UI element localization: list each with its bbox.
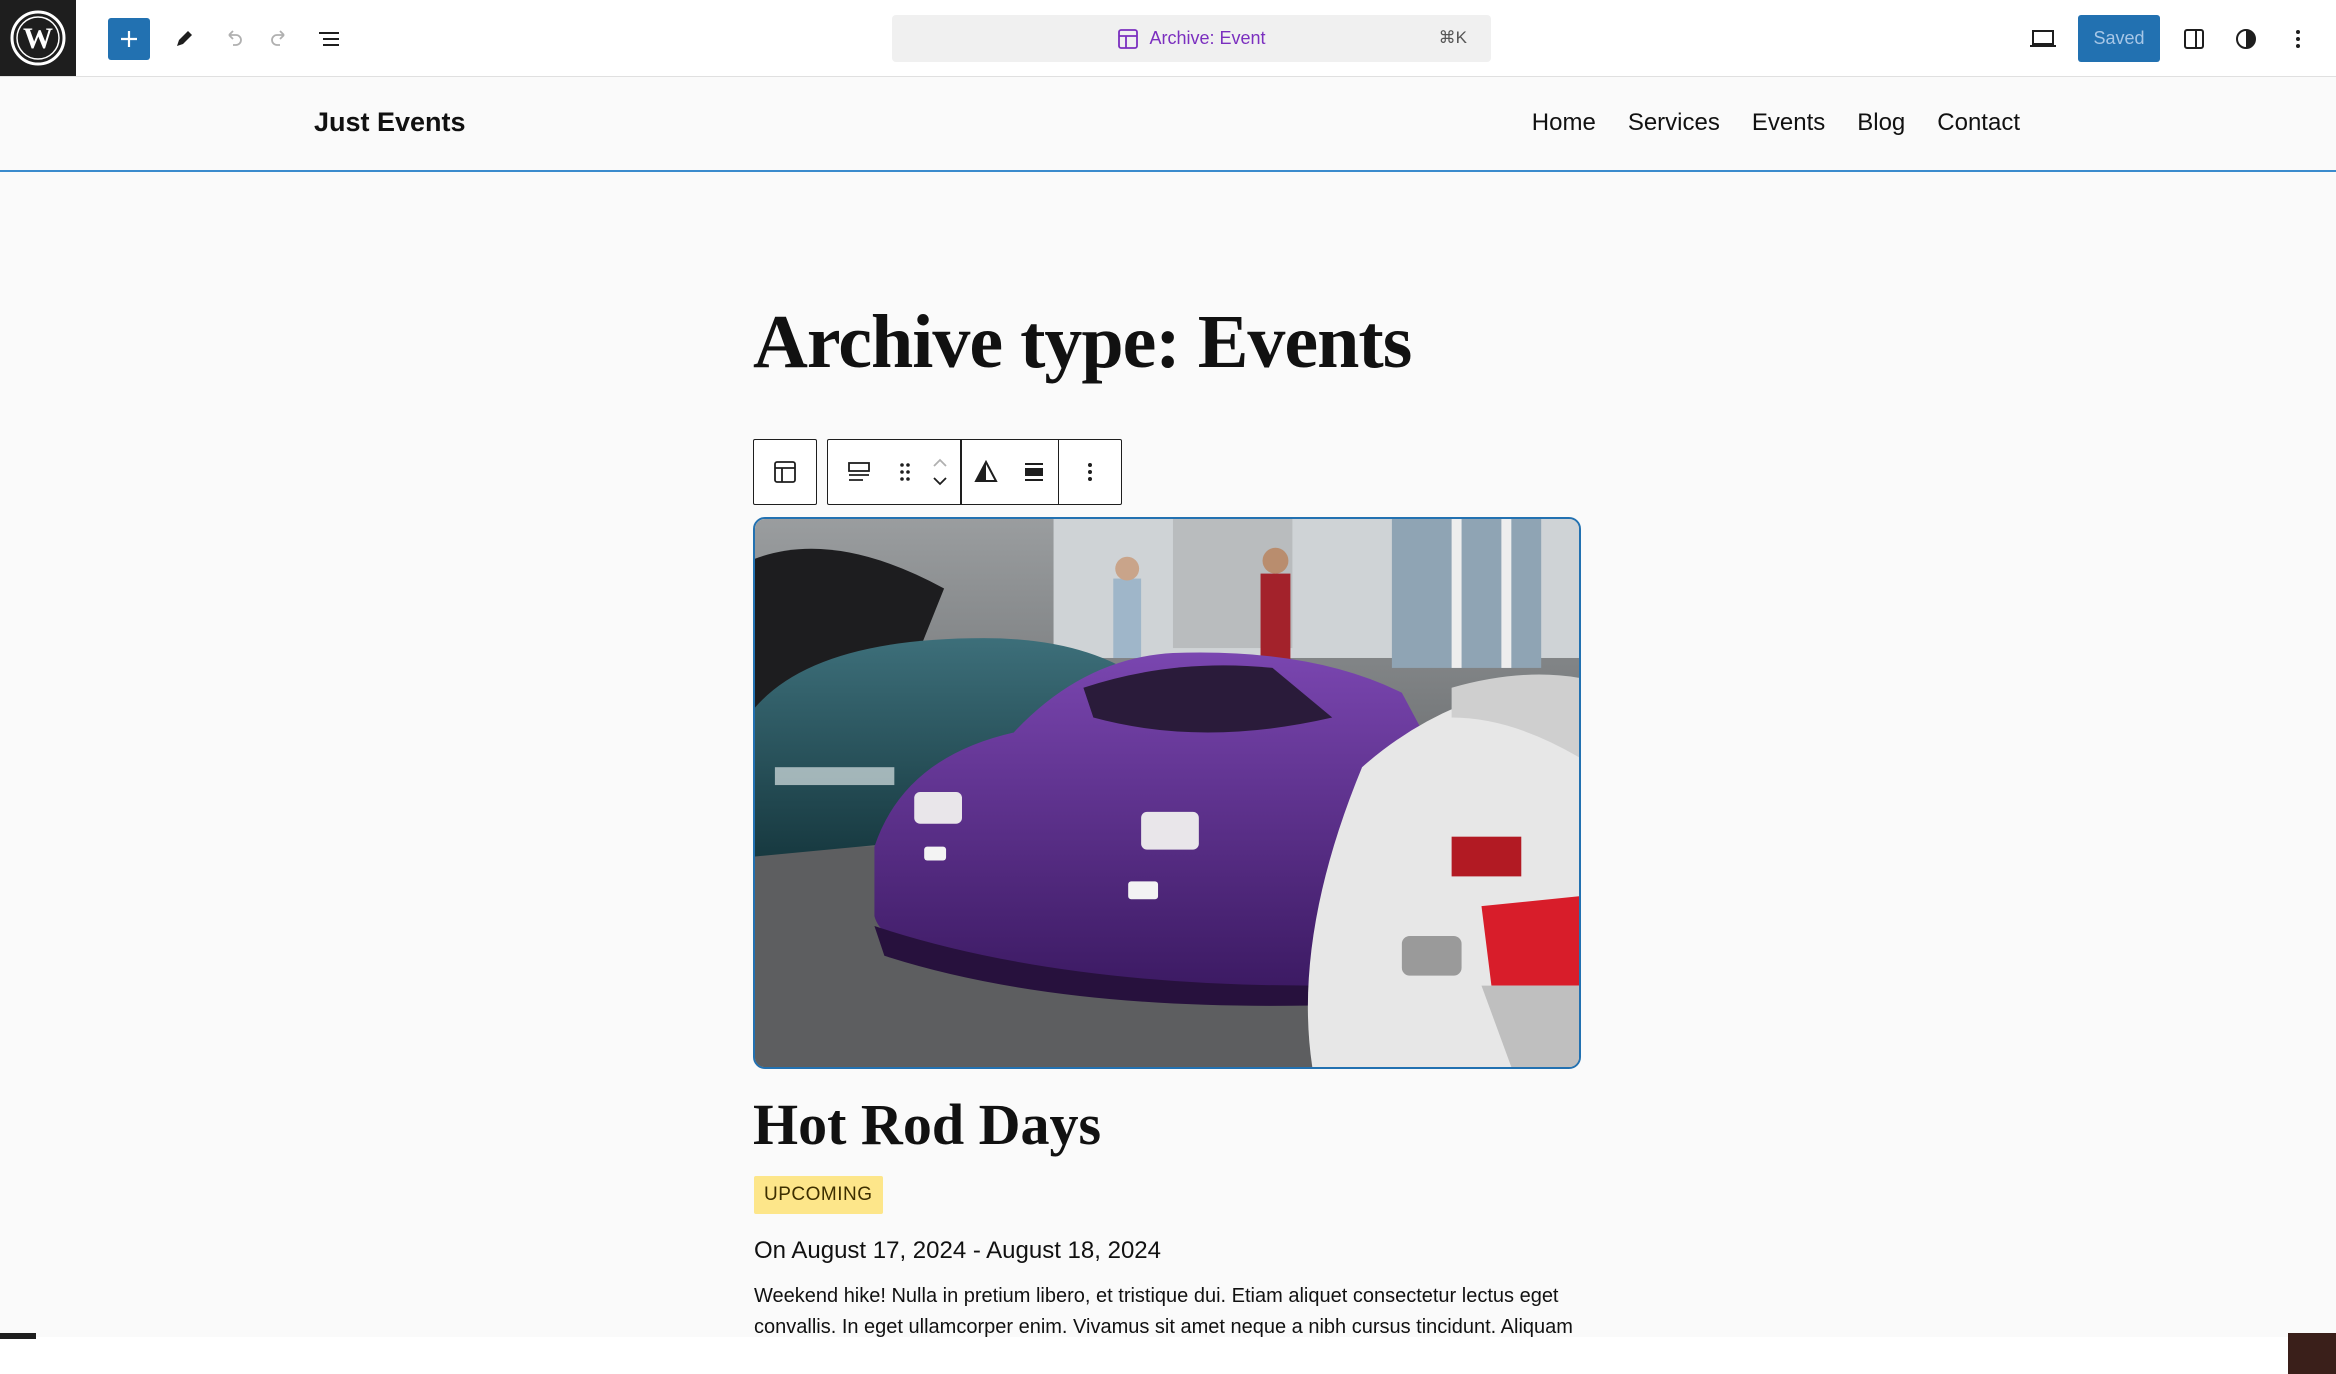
move-down-icon[interactable] [931, 476, 949, 486]
plus-icon [121, 31, 137, 47]
status-badge: UPCOMING [754, 1176, 883, 1214]
add-block-button[interactable] [108, 18, 150, 60]
site-navigation: Home Services Events Blog Contact [1532, 109, 2020, 137]
pencil-icon [177, 31, 192, 46]
redo-icon [271, 30, 285, 46]
wordpress-logo-icon[interactable]: W [0, 0, 76, 76]
right-panel-edge [2288, 1333, 2336, 1374]
svg-text:W: W [23, 22, 53, 55]
drag-handle[interactable] [890, 440, 920, 504]
nav-item-contact[interactable]: Contact [1937, 109, 2020, 137]
undo-icon [228, 30, 242, 46]
post-featured-image-icon [848, 462, 870, 481]
featured-image[interactable] [753, 517, 1581, 1069]
sidebar-icon [2184, 29, 2204, 49]
parent-block-group [753, 439, 817, 505]
redo-button[interactable] [259, 18, 301, 60]
site-title[interactable]: Just Events [314, 107, 466, 138]
block-controls-group [827, 439, 1122, 505]
list-view-button[interactable] [308, 18, 350, 60]
layout-icon [1118, 28, 1139, 49]
block-toolbar [753, 439, 1122, 505]
vertical-ellipsis-icon [1088, 463, 1092, 481]
nav-item-events[interactable]: Events [1752, 109, 1825, 137]
editor-canvas: Just Events Home Services Events Blog Co… [0, 77, 2336, 1374]
nav-item-home[interactable]: Home [1532, 109, 1596, 137]
half-circle-icon [2236, 29, 2256, 49]
list-view-icon [319, 32, 339, 46]
align-wide-icon [1024, 463, 1043, 481]
nav-item-blog[interactable]: Blog [1857, 109, 1905, 137]
car-show-photo [755, 519, 1579, 1067]
preview-device-button[interactable] [2022, 18, 2064, 60]
block-options-button[interactable] [1059, 440, 1121, 504]
saved-button[interactable]: Saved [2078, 15, 2160, 62]
event-date: On August 17, 2024 - August 18, 2024 [754, 1237, 1161, 1264]
archive-title[interactable]: Archive type: Events [753, 299, 1412, 386]
template-label: Archive: Event [1149, 28, 1266, 48]
left-panel-edge [0, 1333, 36, 1374]
settings-sidebar-button[interactable] [2173, 18, 2215, 60]
undo-button[interactable] [212, 18, 254, 60]
shortcut-hint: ⌘K [1438, 28, 1467, 47]
move-up-icon[interactable] [931, 458, 949, 468]
duotone-button[interactable] [962, 440, 1010, 504]
align-button[interactable] [1010, 440, 1058, 504]
event-title[interactable]: Hot Rod Days [753, 1091, 1101, 1158]
layout-icon [774, 461, 796, 483]
block-type-button[interactable] [828, 440, 890, 504]
options-button[interactable] [2280, 18, 2316, 60]
styles-button[interactable] [2225, 18, 2267, 60]
bottom-overlay [36, 1337, 2288, 1374]
select-parent-button[interactable] [754, 440, 816, 504]
tools-button[interactable] [163, 18, 205, 60]
site-header[interactable]: Just Events Home Services Events Blog Co… [0, 77, 2336, 172]
nav-item-services[interactable]: Services [1628, 109, 1720, 137]
move-buttons [920, 440, 960, 504]
editor-top-bar: W Archive: Event ⌘K Saved [0, 0, 2336, 77]
duotone-icon [973, 460, 998, 482]
laptop-icon [2030, 30, 2056, 47]
vertical-ellipsis-icon [2296, 30, 2300, 48]
drag-handle-icon [900, 463, 910, 481]
command-center[interactable]: Archive: Event ⌘K [892, 15, 1491, 62]
